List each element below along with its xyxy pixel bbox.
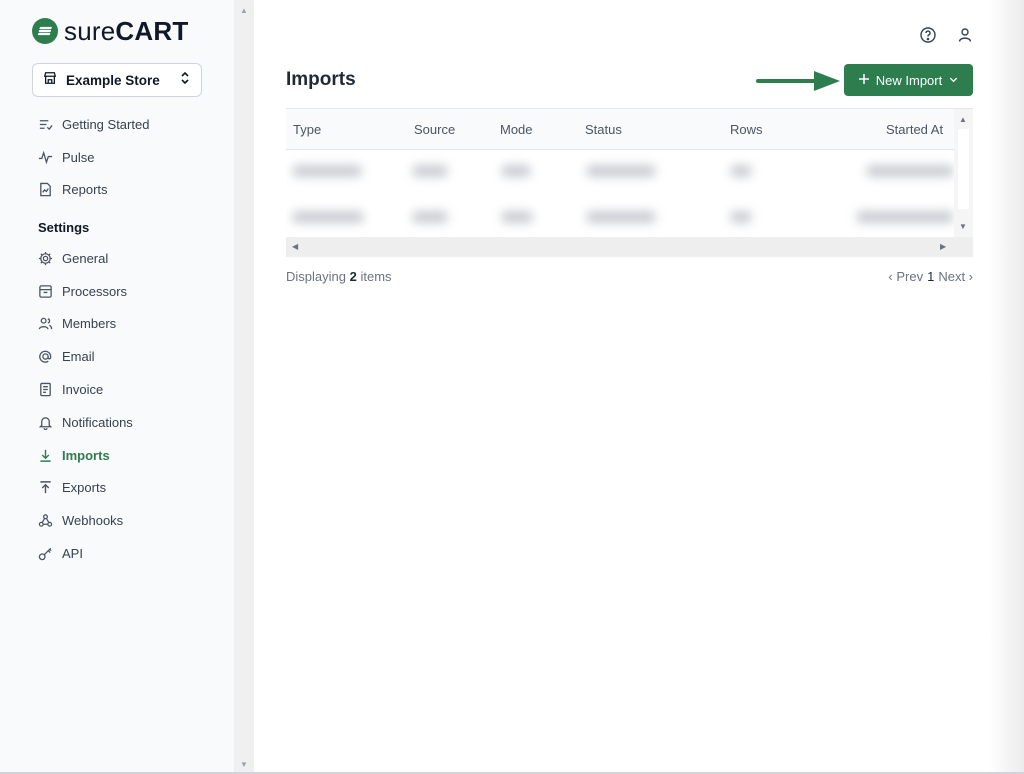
sidebar-item-imports[interactable]: Imports <box>38 439 228 472</box>
sidebar-item-getting-started[interactable]: Getting Started <box>38 108 228 141</box>
sidebar-item-label: Reports <box>62 182 108 198</box>
sidebar-item-webhooks[interactable]: Webhooks <box>38 504 228 537</box>
sidebar-item-label: Getting Started <box>62 116 150 132</box>
column-header-started-at[interactable]: Started At <box>886 122 943 137</box>
sidebar-item-label: Notifications <box>62 414 133 430</box>
download-icon <box>38 448 53 463</box>
pagination: ‹ Prev 1 Next › <box>888 269 973 284</box>
scroll-up-icon[interactable]: ▲ <box>240 6 248 15</box>
items-count: Displaying 2 items <box>286 269 392 284</box>
webhook-icon <box>38 513 53 528</box>
sidebar-item-label: Exports <box>62 480 107 496</box>
sidebar-item-label: Invoice <box>62 382 104 398</box>
sidebar-item-label: Webhooks <box>62 513 124 529</box>
column-header-status[interactable]: Status <box>585 122 622 137</box>
right-edge-shade <box>988 0 1024 774</box>
help-circle-icon[interactable] <box>919 26 937 44</box>
nav-primary: Getting Started Pulse Reports <box>38 108 228 206</box>
table-row[interactable] <box>286 197 954 237</box>
page-title: Imports <box>286 69 356 90</box>
gear-icon <box>38 251 53 266</box>
sidebar-item-api[interactable]: API <box>38 537 228 570</box>
report-icon <box>38 182 53 197</box>
sidebar-item-notifications[interactable]: Notifications <box>38 406 228 439</box>
sidebar-item-reports[interactable]: Reports <box>38 174 228 207</box>
members-icon <box>38 316 53 331</box>
store-selector[interactable]: Example Store <box>32 63 202 97</box>
items-count-value: 2 <box>349 269 357 284</box>
sidebar-item-exports[interactable]: Exports <box>38 472 228 505</box>
pulse-icon <box>38 150 53 165</box>
column-header-source[interactable]: Source <box>414 122 455 137</box>
nav-settings: General Processors Members Email Invoice… <box>38 242 228 570</box>
scroll-up-icon[interactable]: ▲ <box>959 115 967 124</box>
sidebar: sureCART Example Store Getting Started P… <box>0 0 234 774</box>
sidebar-item-label: Imports <box>62 447 110 463</box>
table-vertical-scrollbar[interactable]: ▲ ▼ <box>954 109 973 237</box>
sidebar-item-pulse[interactable]: Pulse <box>38 141 228 174</box>
brand-name-bold: CART <box>115 16 189 46</box>
sidebar-item-general[interactable]: General <box>38 242 228 275</box>
plus-icon <box>858 73 870 88</box>
annotation-arrow-icon <box>756 71 840 91</box>
list-check-icon <box>38 117 53 132</box>
pagination-prev[interactable]: ‹ Prev <box>888 269 923 284</box>
sidebar-scrollbar[interactable]: ▲ ▼ <box>234 0 254 774</box>
column-header-mode[interactable]: Mode <box>500 122 533 137</box>
chevron-down-icon <box>948 73 959 88</box>
column-header-type[interactable]: Type <box>293 122 321 137</box>
store-selector-label: Example Store <box>66 72 160 88</box>
column-header-rows[interactable]: Rows <box>730 122 763 137</box>
scroll-right-icon[interactable]: ▶ <box>940 242 946 251</box>
scroll-down-icon[interactable]: ▼ <box>240 760 248 769</box>
scroll-down-icon[interactable]: ▼ <box>959 222 967 231</box>
scrollbar-thumb[interactable] <box>958 129 969 209</box>
settings-heading: Settings <box>38 220 90 235</box>
sidebar-item-label: Processors <box>62 283 128 299</box>
invoice-icon <box>38 382 53 397</box>
sidebar-item-label: Members <box>62 316 117 332</box>
sidebar-item-email[interactable]: Email <box>38 340 228 373</box>
scroll-left-icon[interactable]: ◀ <box>292 242 298 251</box>
store-icon <box>43 71 57 90</box>
table-header: Type Source Mode Status Rows Started At <box>286 109 954 150</box>
table-row[interactable] <box>286 151 954 191</box>
surecart-logo[interactable]: sureCART <box>32 18 188 44</box>
items-count-suffix: items <box>360 269 392 284</box>
sidebar-item-label: Email <box>62 349 95 365</box>
chevron-up-down-icon <box>179 71 191 90</box>
at-icon <box>38 349 53 364</box>
new-import-button[interactable]: New Import <box>844 64 973 96</box>
new-import-label: New Import <box>875 72 943 88</box>
sidebar-item-invoice[interactable]: Invoice <box>38 373 228 406</box>
pagination-current-page[interactable]: 1 <box>927 269 934 284</box>
surecart-logo-icon <box>32 18 58 44</box>
upload-icon <box>38 480 53 495</box>
pagination-next[interactable]: Next › <box>938 269 973 284</box>
items-count-prefix: Displaying <box>286 269 346 284</box>
user-icon[interactable] <box>956 26 974 44</box>
sidebar-item-processors[interactable]: Processors <box>38 275 228 308</box>
brand-name: sureCART <box>64 18 188 44</box>
processor-icon <box>38 284 53 299</box>
table-horizontal-scrollbar[interactable]: ◀ ▶ <box>286 237 973 257</box>
sidebar-item-label: API <box>62 546 83 562</box>
sidebar-item-label: General <box>62 250 109 266</box>
sidebar-item-members[interactable]: Members <box>38 308 228 341</box>
key-icon <box>38 546 53 561</box>
sidebar-item-label: Pulse <box>62 149 95 165</box>
bell-icon <box>38 415 53 430</box>
brand-name-light: sure <box>64 16 116 46</box>
imports-table: Type Source Mode Status Rows Started At … <box>286 108 973 257</box>
